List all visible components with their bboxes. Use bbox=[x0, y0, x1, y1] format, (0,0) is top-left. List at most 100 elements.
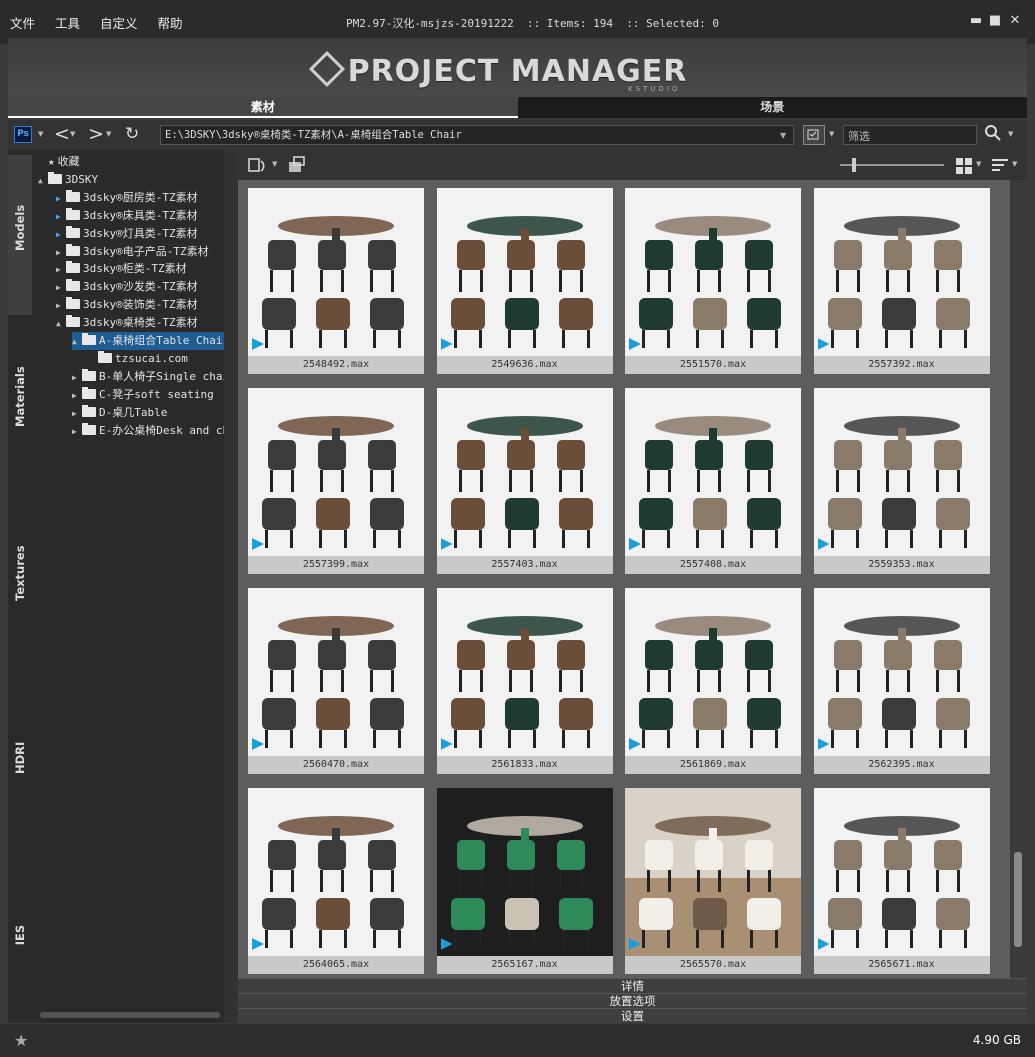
asset-card[interactable]: 2562395.max bbox=[813, 588, 990, 774]
asset-thumbnail[interactable] bbox=[248, 588, 424, 756]
ps-dropdown-icon[interactable]: ▼ bbox=[38, 130, 43, 138]
asset-card[interactable]: 2548492.max bbox=[248, 188, 424, 374]
expand-arrow-icon[interactable]: ▶ bbox=[56, 297, 66, 315]
asset-thumbnail[interactable] bbox=[248, 188, 424, 356]
menu-help[interactable]: 帮助 bbox=[158, 13, 183, 32]
asset-card[interactable]: 2557403.max bbox=[436, 388, 613, 574]
expand-arrow-icon[interactable]: ▶ bbox=[72, 387, 82, 405]
expand-arrow-icon[interactable]: ▶ bbox=[56, 261, 66, 279]
grid-vertical-scrollbar[interactable] bbox=[1010, 180, 1027, 978]
photoshop-icon[interactable]: Ps bbox=[14, 126, 32, 143]
asset-thumbnail[interactable] bbox=[813, 788, 990, 956]
asset-card[interactable]: 2557399.max bbox=[248, 388, 424, 574]
path-dropdown-icon[interactable]: ▼ bbox=[780, 131, 786, 140]
asset-thumbnail[interactable] bbox=[813, 588, 990, 756]
sort-icon[interactable] bbox=[992, 158, 1010, 174]
expanded-arrow-icon[interactable]: ▲ bbox=[72, 333, 82, 351]
asset-thumbnail[interactable] bbox=[436, 788, 613, 956]
tree-horizontal-scrollbar[interactable] bbox=[40, 1012, 220, 1018]
asset-thumbnail[interactable] bbox=[813, 388, 990, 556]
tree-node[interactable]: ★ 收藏 bbox=[38, 153, 80, 171]
thumbnail-size-thumb[interactable] bbox=[852, 158, 856, 172]
tree-node[interactable]: ▲ 3DSKY bbox=[38, 171, 98, 189]
tree-node[interactable]: ▲ 3dsky®桌椅类-TZ素材 bbox=[56, 314, 198, 332]
menu-tools[interactable]: 工具 bbox=[55, 13, 80, 32]
favorite-star-icon[interactable]: ★ bbox=[14, 1031, 28, 1050]
back-icon[interactable]: < bbox=[54, 123, 70, 145]
view-mode-dropdown-icon[interactable]: ▼ bbox=[829, 130, 834, 138]
panel-details[interactable]: 详情 bbox=[238, 978, 1027, 993]
search-icon[interactable] bbox=[984, 124, 1002, 142]
expand-arrow-icon[interactable]: ▶ bbox=[72, 423, 82, 441]
package-icon[interactable] bbox=[286, 155, 308, 175]
tree-node[interactable]: ▶ 3dsky®床具类-TZ素材 bbox=[56, 207, 198, 225]
sidetab-ies[interactable]: IES bbox=[13, 923, 27, 947]
expand-arrow-icon[interactable]: ▶ bbox=[56, 279, 66, 297]
forward-icon[interactable]: > bbox=[88, 123, 104, 145]
asset-card[interactable]: 2565570.max bbox=[625, 788, 801, 974]
panel-splitter[interactable] bbox=[224, 150, 238, 1023]
path-input[interactable]: E:\3DSKY\3dsky®桌椅类-TZ素材\A-桌椅组合Table Chai… bbox=[160, 125, 794, 145]
grid-scroll-thumb[interactable] bbox=[1014, 852, 1022, 947]
asset-thumbnail[interactable] bbox=[625, 788, 801, 956]
tab-scenes[interactable]: 场景 bbox=[517, 97, 1027, 118]
grid-view-dropdown-icon[interactable]: ▼ bbox=[976, 160, 981, 168]
asset-card[interactable]: 2561833.max bbox=[436, 588, 613, 774]
expand-arrow-icon[interactable]: ▶ bbox=[72, 405, 82, 423]
asset-thumbnail[interactable] bbox=[625, 588, 801, 756]
asset-card[interactable]: 2564065.max bbox=[248, 788, 424, 974]
expanded-arrow-icon[interactable]: ▲ bbox=[38, 172, 48, 190]
asset-card[interactable]: 2561869.max bbox=[625, 588, 801, 774]
asset-thumbnail[interactable] bbox=[248, 388, 424, 556]
tree-node[interactable]: ▶ C-凳子soft seating bbox=[72, 386, 214, 404]
menu-customize[interactable]: 自定义 bbox=[100, 13, 138, 32]
asset-thumbnail[interactable] bbox=[625, 388, 801, 556]
sidetab-materials[interactable]: Materials bbox=[13, 366, 27, 427]
maximize-icon[interactable]: ■ bbox=[987, 13, 1003, 28]
tree-node[interactable]: ▶ 3dsky®灯具类-TZ素材 bbox=[56, 225, 198, 243]
expand-arrow-icon[interactable]: ▶ bbox=[72, 369, 82, 387]
refresh-icon[interactable]: ↻ bbox=[125, 124, 139, 144]
asset-thumbnail[interactable] bbox=[813, 188, 990, 356]
asset-thumbnail[interactable] bbox=[436, 588, 613, 756]
asset-thumbnail[interactable] bbox=[625, 188, 801, 356]
sidetab-models[interactable]: Models bbox=[13, 205, 27, 251]
asset-card[interactable]: 2557392.max bbox=[813, 188, 990, 374]
menu-file[interactable]: 文件 bbox=[10, 13, 35, 32]
grid-view-icon[interactable] bbox=[956, 158, 972, 174]
asset-card[interactable]: 2565167.max bbox=[436, 788, 613, 974]
sidetab-hdri[interactable]: HDRI bbox=[13, 742, 27, 774]
asset-card[interactable]: 2565671.max bbox=[813, 788, 990, 974]
panel-settings[interactable]: 设置 bbox=[238, 1008, 1027, 1023]
minimize-icon[interactable]: ▬ bbox=[968, 13, 984, 28]
asset-thumbnail[interactable] bbox=[436, 388, 613, 556]
asset-thumbnail[interactable] bbox=[248, 788, 424, 956]
tree-node[interactable]: ▶ D-桌几Table bbox=[72, 404, 167, 422]
asset-card[interactable]: 2549636.max bbox=[436, 188, 613, 374]
tree-node[interactable]: ▶ 3dsky®厨房类-TZ素材 bbox=[56, 189, 198, 207]
tree-node[interactable]: ▶ 3dsky®装饰类-TZ素材 bbox=[56, 296, 198, 314]
tree-node[interactable]: ▶ 3dsky®柜类-TZ素材 bbox=[56, 260, 187, 278]
tree-node[interactable]: ▶ 3dsky®沙发类-TZ素材 bbox=[56, 278, 198, 296]
asset-card[interactable]: 2560470.max bbox=[248, 588, 424, 774]
tree-node[interactable]: ▲ A-桌椅组合Table Chair bbox=[72, 332, 224, 350]
tree-node[interactable]: tzsucai.com bbox=[88, 350, 188, 368]
forward-dropdown-icon[interactable]: ▼ bbox=[106, 130, 111, 138]
expanded-arrow-icon[interactable]: ▲ bbox=[56, 315, 66, 333]
asset-card[interactable]: 2557408.max bbox=[625, 388, 801, 574]
sidetab-textures[interactable]: Textures bbox=[13, 545, 27, 601]
filter-input[interactable]: 筛选 bbox=[843, 125, 977, 145]
panel-placement-options[interactable]: 放置选项 bbox=[238, 993, 1027, 1008]
sync-icon[interactable] bbox=[246, 155, 270, 175]
sort-dropdown-icon[interactable]: ▼ bbox=[1012, 160, 1017, 168]
asset-thumbnail[interactable] bbox=[436, 188, 613, 356]
view-mode-icon[interactable] bbox=[803, 125, 825, 145]
asset-card[interactable]: 2559353.max bbox=[813, 388, 990, 574]
close-icon[interactable]: ✕ bbox=[1007, 13, 1023, 28]
expand-arrow-icon[interactable]: ▶ bbox=[56, 190, 66, 208]
tree-node[interactable]: ▶ B-单人椅子Single chair bbox=[72, 368, 224, 386]
expand-arrow-icon[interactable]: ▶ bbox=[56, 208, 66, 226]
expand-arrow-icon[interactable]: ▶ bbox=[56, 226, 66, 244]
asset-card[interactable]: 2551570.max bbox=[625, 188, 801, 374]
search-dropdown-icon[interactable]: ▼ bbox=[1008, 130, 1013, 138]
